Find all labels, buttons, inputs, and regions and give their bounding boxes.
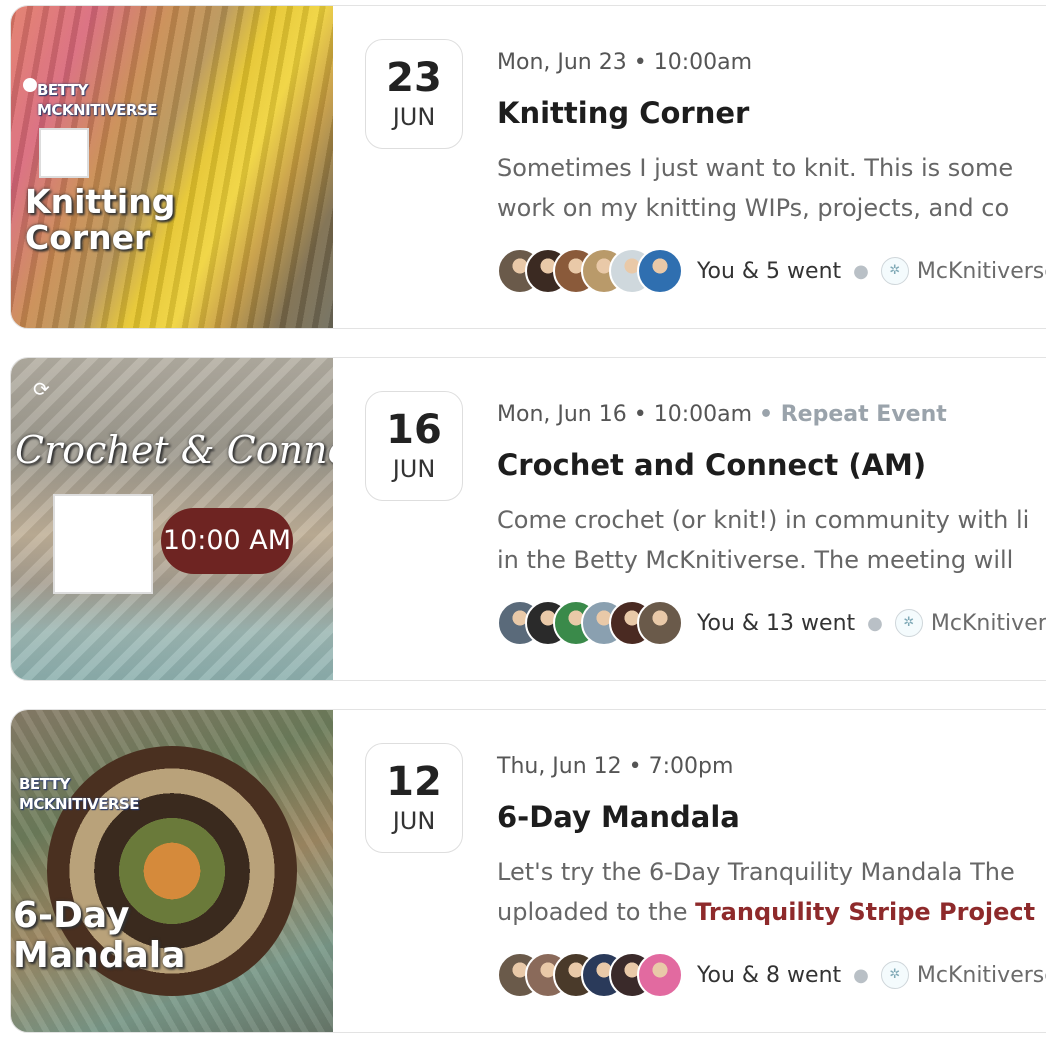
brand-dot: [23, 78, 37, 92]
event-description: Let's try the 6-Day Tranquility Mandala …: [497, 852, 1035, 932]
event-datetime: Thu, Jun 12 • 7:00pm: [497, 754, 733, 779]
event-description: Come crochet (or knit!) in community wit…: [497, 500, 1029, 580]
datetime-text: Mon, Jun 23 • 10:00am: [497, 50, 753, 75]
attendance-row: You & 13 went ● ✲ McKnitivers: [497, 598, 1046, 648]
brand-logo-icon: [39, 128, 89, 178]
event-card-crochet-connect[interactable]: ⟳ Crochet & Connect 10:00 AM 16 JUN Mon,…: [10, 357, 1046, 681]
attendance-count: You & 5 went: [697, 258, 842, 284]
date-badge: 23 JUN: [365, 39, 463, 149]
attendance-row: You & 8 went ● ✲ McKnitiverse: [497, 950, 1046, 1000]
thumb-title: Knitting Corner: [25, 182, 176, 257]
description-line-2: work on my knitting WIPs, projects, and …: [497, 194, 1010, 222]
group-name[interactable]: McKnitivers: [931, 611, 1046, 636]
group-logo-icon: ✲: [880, 257, 909, 285]
tranquility-stripe-project-link[interactable]: Tranquility Stripe Project: [695, 898, 1035, 926]
separator-dot: ●: [853, 260, 869, 282]
thumb-title: Crochet & Connect: [15, 428, 333, 472]
date-badge: 16 JUN: [365, 391, 463, 501]
group-logo-icon: ✲: [894, 609, 923, 637]
description-line-1: Come crochet (or knit!) in community wit…: [497, 506, 1030, 534]
attendance-count: You & 8 went: [697, 962, 842, 988]
avatar: [637, 952, 683, 998]
attendee-avatars[interactable]: [497, 248, 683, 294]
date-badge: 12 JUN: [365, 743, 463, 853]
description-line-1: Let's try the 6-Day Tranquility Mandala …: [497, 858, 1015, 886]
avatar: [637, 248, 683, 294]
event-card-knitting-corner[interactable]: BETTY MCKNITIVERSE Knitting Corner 23 JU…: [10, 5, 1046, 329]
attendance-row: You & 5 went ● ✲ McKnitiverse: [497, 246, 1046, 296]
attendee-avatars[interactable]: [497, 600, 683, 646]
attendance-count: You & 13 went: [697, 610, 856, 636]
description-line-2: in the Betty McKnitiverse. The meeting w…: [497, 546, 1014, 574]
brand-logo-icon: [53, 494, 153, 594]
date-day: 12: [386, 759, 442, 805]
event-thumbnail[interactable]: BETTY MCKNITIVERSE Knitting Corner: [11, 6, 333, 328]
event-datetime: Mon, Jun 16 • 10:00am • Repeat Event: [497, 402, 947, 427]
event-title[interactable]: Crochet and Connect (AM): [497, 448, 926, 482]
repeat-icon: ⟳: [33, 377, 50, 401]
date-month: JUN: [392, 455, 436, 483]
time-pill: 10:00 AM: [161, 508, 293, 574]
event-title[interactable]: 6-Day Mandala: [497, 800, 740, 834]
event-description: Sometimes I just want to knit. This is s…: [497, 148, 1013, 228]
separator-dot: ●: [853, 964, 869, 986]
event-thumbnail[interactable]: ⟳ Crochet & Connect 10:00 AM: [11, 358, 333, 680]
date-month: JUN: [392, 807, 436, 835]
thumb-brand-text: BETTY MCKNITIVERSE: [37, 81, 157, 119]
date-day: 16: [386, 407, 442, 453]
repeat-event-label: • Repeat Event: [759, 402, 947, 427]
event-thumbnail[interactable]: BETTY MCKNITIVERSE 6-Day Mandala: [11, 710, 333, 1032]
group-name[interactable]: McKnitiverse: [917, 259, 1046, 284]
description-line-2-prefix: uploaded to the: [497, 898, 696, 926]
date-day: 23: [386, 55, 442, 101]
date-month: JUN: [392, 103, 436, 131]
thumb-brand-text: BETTY MCKNITIVERSE: [19, 775, 139, 813]
group-name[interactable]: McKnitiverse: [917, 963, 1046, 988]
separator-dot: ●: [867, 612, 883, 634]
description-line-2: uploaded to the Tranquility Stripe Proje…: [497, 892, 1035, 932]
avatar: [637, 600, 683, 646]
datetime-text: Mon, Jun 16 • 10:00am: [497, 402, 753, 427]
attendee-avatars[interactable]: [497, 952, 683, 998]
event-title[interactable]: Knitting Corner: [497, 96, 749, 130]
event-datetime: Mon, Jun 23 • 10:00am: [497, 50, 752, 75]
thumb-title: 6-Day Mandala: [13, 895, 186, 976]
datetime-text: Thu, Jun 12 • 7:00pm: [497, 754, 734, 779]
event-card-6-day-mandala[interactable]: BETTY MCKNITIVERSE 6-Day Mandala 12 JUN …: [10, 709, 1046, 1033]
group-logo-icon: ✲: [880, 961, 909, 989]
description-line-1: Sometimes I just want to knit. This is s…: [497, 154, 1014, 182]
